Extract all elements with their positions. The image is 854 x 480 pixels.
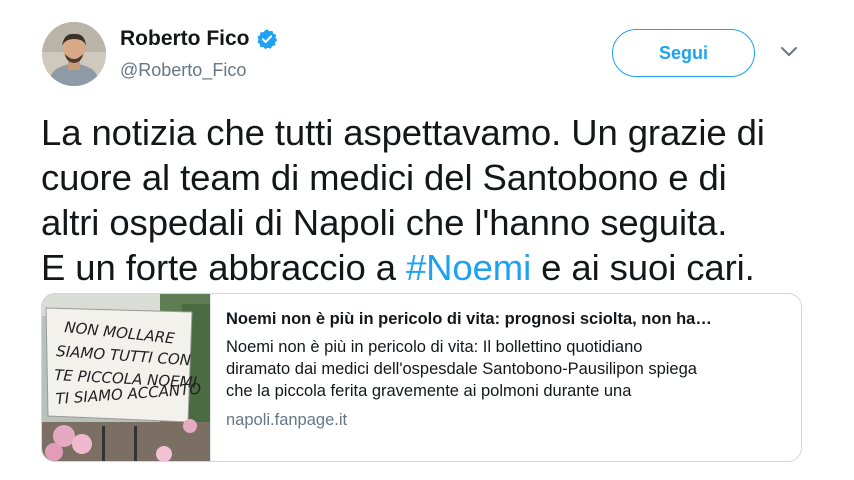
- card-domain: napoli.fanpage.it: [226, 411, 348, 429]
- tweet: Roberto Fico @Roberto_Fico Segui La noti…: [0, 0, 854, 480]
- chevron-down-icon[interactable]: [779, 45, 799, 59]
- follow-button[interactable]: Segui: [612, 29, 755, 77]
- tweet-text-line: La notizia che tutti aspettavamo. Un gra…: [41, 112, 765, 153]
- tweet-text-line: altri ospedali di Napoli che l'hanno seg…: [41, 202, 728, 243]
- verified-badge-icon: [256, 29, 277, 50]
- tweet-text-line: E un forte abbraccio a #Noemi e ai suoi …: [41, 245, 831, 290]
- card-title[interactable]: Noemi non è più in pericolo di vita: pro…: [226, 310, 801, 329]
- banner-photo-image: NON MOLLARE SIAMO TUTTI CON TE PICCOLA N…: [42, 294, 210, 461]
- link-preview-card[interactable]: NON MOLLARE SIAMO TUTTI CON TE PICCOLA N…: [41, 293, 802, 462]
- user-avatar-icon: [42, 22, 106, 86]
- card-body: Noemi non è più in pericolo di vita: pro…: [210, 294, 801, 461]
- card-description-line: diramato dai medici dell'ospesdale Santo…: [226, 360, 697, 378]
- tweet-text-segment: e ai suoi cari.: [531, 247, 755, 288]
- card-description: Noemi non è più in pericolo di vita: Il …: [226, 336, 801, 402]
- card-description-line: Noemi non è più in pericolo di vita: Il …: [226, 338, 643, 356]
- hashtag-link[interactable]: #Noemi: [406, 247, 531, 288]
- tweet-text-line: cuore al team di medici del Santobono e …: [41, 157, 727, 198]
- tweet-text: La notizia che tutti aspettavamo. Un gra…: [41, 110, 831, 290]
- card-description-line: che la piccola ferita gravemente ai polm…: [226, 382, 632, 400]
- card-image: NON MOLLARE SIAMO TUTTI CON TE PICCOLA N…: [42, 294, 210, 461]
- handle[interactable]: @Roberto_Fico: [120, 60, 278, 81]
- display-name[interactable]: Roberto Fico: [120, 27, 250, 51]
- avatar[interactable]: [42, 22, 106, 86]
- tweet-text-segment: E un forte abbraccio a: [41, 247, 406, 288]
- author-block: Roberto Fico @Roberto_Fico: [120, 26, 278, 81]
